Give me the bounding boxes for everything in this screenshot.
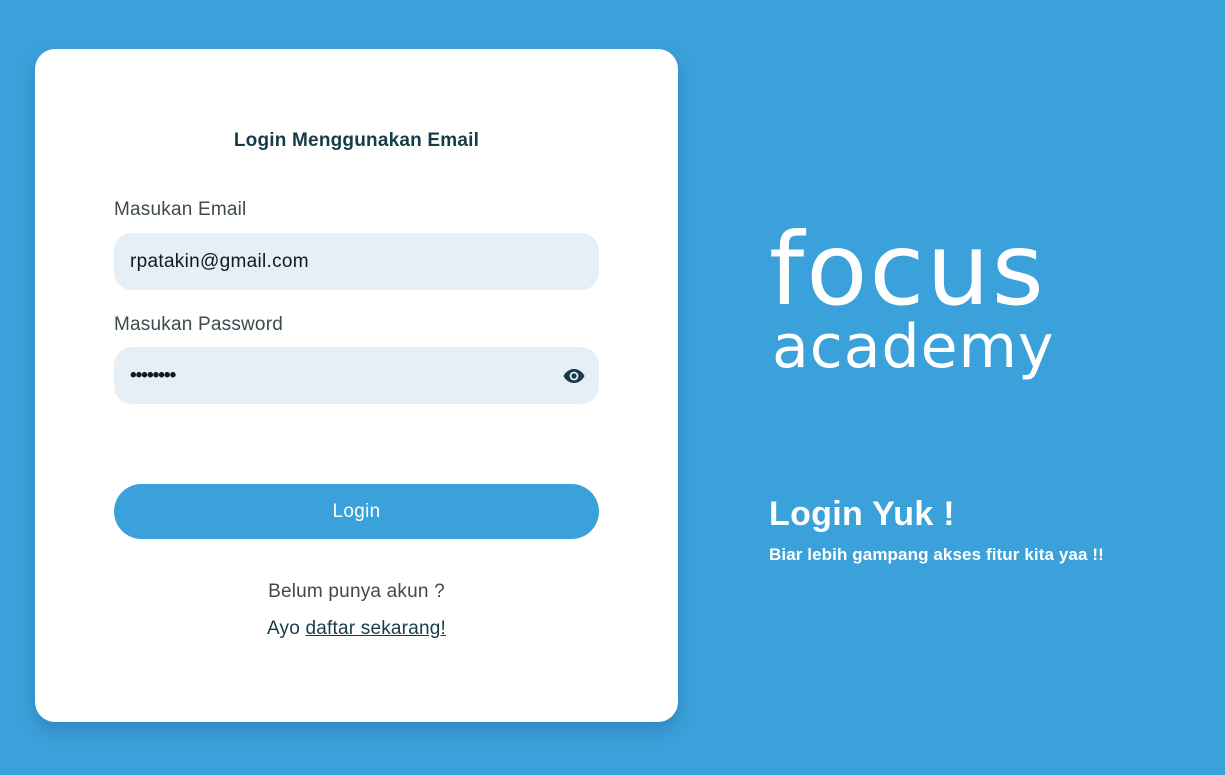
promo-subtitle: Biar lebih gampang akses fitur kita yaa … xyxy=(769,545,1104,564)
promo-title: Login Yuk ! xyxy=(769,495,955,533)
login-button[interactable]: Login xyxy=(114,484,599,539)
signup-prefix: Ayo xyxy=(267,618,306,639)
signup-row: Ayo daftar sekarang! xyxy=(35,618,678,640)
signup-question: Belum punya akun ? xyxy=(268,581,445,602)
email-field[interactable]: rpatakin@gmail.com xyxy=(114,233,599,290)
password-field[interactable]: •••••••• xyxy=(114,347,599,404)
password-label: Masukan Password xyxy=(114,314,283,335)
logo-focus-text: focus xyxy=(769,211,1046,328)
logo-academy-text: academy xyxy=(772,312,1055,382)
email-value[interactable]: rpatakin@gmail.com xyxy=(130,251,309,273)
login-form-title: Login Menggunakan Email xyxy=(233,130,480,151)
login-card: Login Menggunakan Email Masukan Email rp… xyxy=(35,49,678,722)
eye-icon[interactable] xyxy=(562,364,586,388)
password-value[interactable]: •••••••• xyxy=(130,365,176,387)
signup-link[interactable]: daftar sekarang! xyxy=(305,618,446,639)
email-label: Masukan Email xyxy=(114,199,247,220)
brand-logo: focus academy xyxy=(769,211,1055,382)
